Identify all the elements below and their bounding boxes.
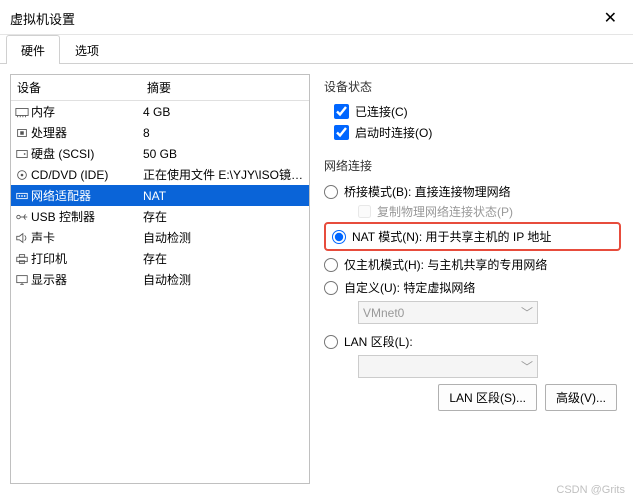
device-row-printer[interactable]: 打印机存在	[11, 248, 309, 269]
device-status-section: 设备状态 已连接(C) 启动时连接(O)	[324, 78, 621, 143]
device-label: 硬盘 (SCSI)	[29, 145, 137, 162]
device-summary: 存在	[137, 208, 309, 225]
radio-hostonly[interactable]: 仅主机模式(H): 与主机共享的专用网络	[324, 253, 621, 276]
lan-segments-button[interactable]: LAN 区段(S)...	[438, 384, 537, 411]
display-icon	[11, 274, 29, 286]
replicate-label: 复制物理网络连接状态(P)	[377, 203, 513, 220]
device-row-display[interactable]: 显示器自动检测	[11, 269, 309, 290]
device-list[interactable]: 设备 摘要 内存4 GB处理器8硬盘 (SCSI)50 GBCD/DVD (ID…	[10, 74, 310, 484]
device-summary: 自动检测	[137, 271, 309, 288]
chevron-down-icon: ﹀	[521, 358, 533, 375]
bridged-radio[interactable]	[324, 185, 338, 199]
list-header: 设备 摘要	[11, 75, 309, 101]
device-label: 处理器	[29, 124, 137, 141]
device-row-cd[interactable]: CD/DVD (IDE)正在使用文件 E:\YJY\ISO镜像\...	[11, 164, 309, 185]
device-label: 内存	[29, 103, 137, 120]
header-device: 设备	[11, 79, 141, 96]
replicate-option: 复制物理网络连接状态(P)	[324, 203, 621, 220]
device-label: CD/DVD (IDE)	[29, 168, 137, 182]
device-summary: 4 GB	[137, 105, 309, 119]
device-row-memory[interactable]: 内存4 GB	[11, 101, 309, 122]
device-label: 网络适配器	[29, 187, 137, 204]
device-label: 打印机	[29, 250, 137, 267]
device-summary: NAT	[137, 189, 309, 203]
device-row-sound[interactable]: 声卡自动检测	[11, 227, 309, 248]
cd-icon	[11, 169, 29, 181]
custom-radio[interactable]	[324, 281, 338, 295]
disk-icon	[11, 148, 29, 160]
lansegment-radio[interactable]	[324, 335, 338, 349]
nat-radio[interactable]	[332, 230, 346, 244]
radio-nat[interactable]: NAT 模式(N): 用于共享主机的 IP 地址	[332, 228, 613, 245]
hostonly-radio[interactable]	[324, 258, 338, 272]
network-title: 网络连接	[324, 157, 621, 174]
lansegment-label: LAN 区段(L):	[344, 333, 413, 350]
device-summary: 存在	[137, 250, 309, 267]
status-title: 设备状态	[324, 78, 621, 95]
radio-lansegment[interactable]: LAN 区段(L):	[324, 330, 621, 353]
printer-icon	[11, 253, 29, 265]
checkbox-poweron[interactable]: 启动时连接(O)	[324, 122, 621, 143]
connected-label: 已连接(C)	[355, 103, 408, 120]
vmnet-dropdown: VMnet0 ﹀	[358, 301, 538, 324]
poweron-checkbox[interactable]	[334, 125, 349, 140]
device-label: USB 控制器	[29, 208, 137, 225]
device-summary: 正在使用文件 E:\YJY\ISO镜像\...	[137, 166, 309, 183]
nat-label: NAT 模式(N): 用于共享主机的 IP 地址	[352, 228, 551, 245]
header-summary: 摘要	[141, 79, 309, 96]
device-summary: 50 GB	[137, 147, 309, 161]
checkbox-connected[interactable]: 已连接(C)	[324, 101, 621, 122]
device-label: 声卡	[29, 229, 137, 246]
vmnet-value: VMnet0	[363, 306, 404, 320]
hostonly-label: 仅主机模式(H): 与主机共享的专用网络	[344, 256, 547, 273]
device-row-cpu[interactable]: 处理器8	[11, 122, 309, 143]
lansegment-dropdown: ﹀	[358, 355, 538, 378]
sound-icon	[11, 232, 29, 244]
watermark: CSDN @Grits	[556, 484, 625, 496]
device-label: 显示器	[29, 271, 137, 288]
device-row-usb[interactable]: USB 控制器存在	[11, 206, 309, 227]
tab-hardware[interactable]: 硬件	[6, 35, 60, 64]
tab-bar: 硬件 选项	[0, 35, 633, 64]
tab-options[interactable]: 选项	[60, 35, 114, 64]
usb-icon	[11, 211, 29, 223]
cpu-icon	[11, 127, 29, 139]
network-connection-section: 网络连接 桥接模式(B): 直接连接物理网络 复制物理网络连接状态(P) NAT…	[324, 157, 621, 411]
close-icon[interactable]: ✕	[598, 8, 623, 28]
chevron-down-icon: ﹀	[521, 304, 533, 321]
memory-icon	[11, 106, 29, 118]
poweron-label: 启动时连接(O)	[355, 124, 432, 141]
radio-custom[interactable]: 自定义(U): 特定虚拟网络	[324, 276, 621, 299]
device-summary: 8	[137, 126, 309, 140]
window-title: 虚拟机设置	[10, 9, 75, 28]
device-summary: 自动检测	[137, 229, 309, 246]
replicate-checkbox	[358, 205, 371, 218]
custom-label: 自定义(U): 特定虚拟网络	[344, 279, 475, 296]
radio-bridged[interactable]: 桥接模式(B): 直接连接物理网络	[324, 180, 621, 203]
nat-highlight-box: NAT 模式(N): 用于共享主机的 IP 地址	[324, 222, 621, 251]
device-row-disk[interactable]: 硬盘 (SCSI)50 GB	[11, 143, 309, 164]
bridged-label: 桥接模式(B): 直接连接物理网络	[344, 183, 511, 200]
connected-checkbox[interactable]	[334, 104, 349, 119]
advanced-button[interactable]: 高级(V)...	[545, 384, 617, 411]
net-icon	[11, 190, 29, 202]
device-row-net[interactable]: 网络适配器NAT	[11, 185, 309, 206]
